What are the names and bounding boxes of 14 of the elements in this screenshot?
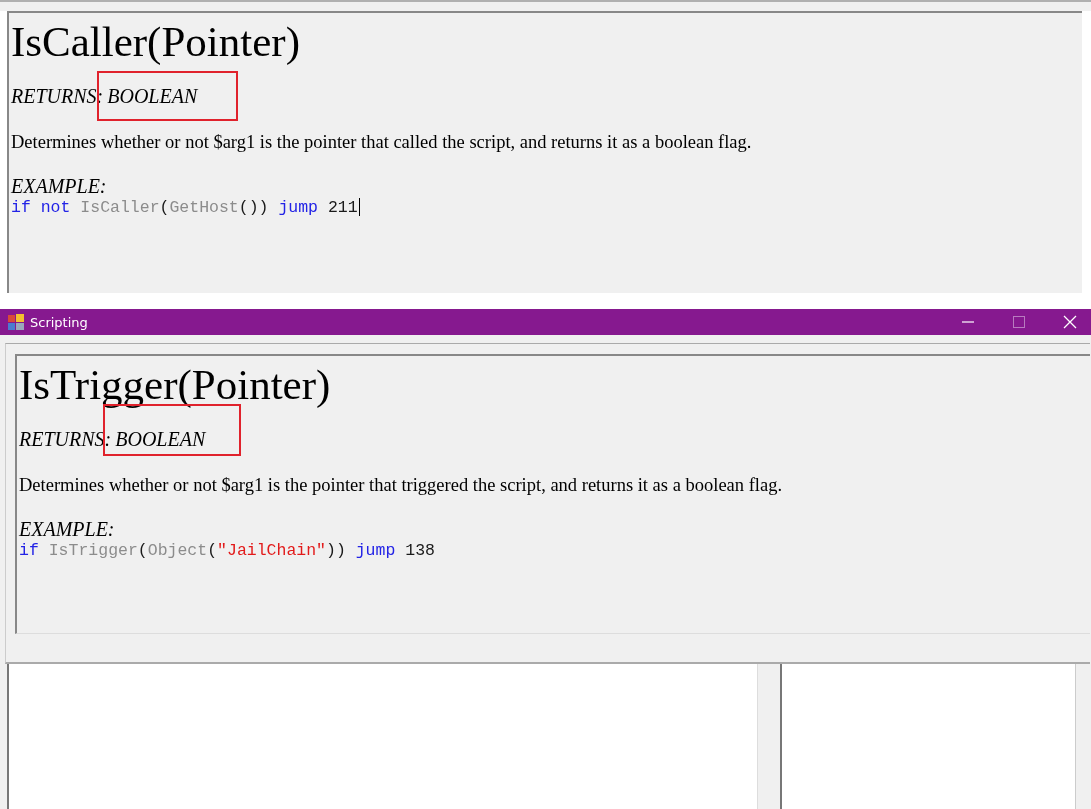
window-title: Scripting <box>30 314 88 330</box>
description: Determines whether or not $arg1 is the pointer that triggered the script, and returns it as a boolean flag. <box>19 475 784 496</box>
description: Determines whether or not $arg1 is the pointer that called the script, and returns it as a boolean flag. <box>11 132 753 153</box>
code-line: if not IsCaller(GetHost()) jump 211 <box>11 197 358 217</box>
code-line: if IsTrigger(Object("JailChain")) jump 138 <box>19 540 435 560</box>
app-icon <box>8 314 24 330</box>
returns-type: BOOLEAN <box>115 428 206 452</box>
function-title: IsTrigger(Pointer) <box>19 360 332 410</box>
example-label: EXAMPLE: <box>11 175 108 198</box>
returns-type: BOOLEAN <box>107 85 198 109</box>
example-label: EXAMPLE: <box>19 518 116 541</box>
close-icon[interactable] <box>1063 315 1077 329</box>
function-title: IsCaller(Pointer) <box>11 17 301 67</box>
maximize-icon[interactable] <box>1012 315 1026 329</box>
